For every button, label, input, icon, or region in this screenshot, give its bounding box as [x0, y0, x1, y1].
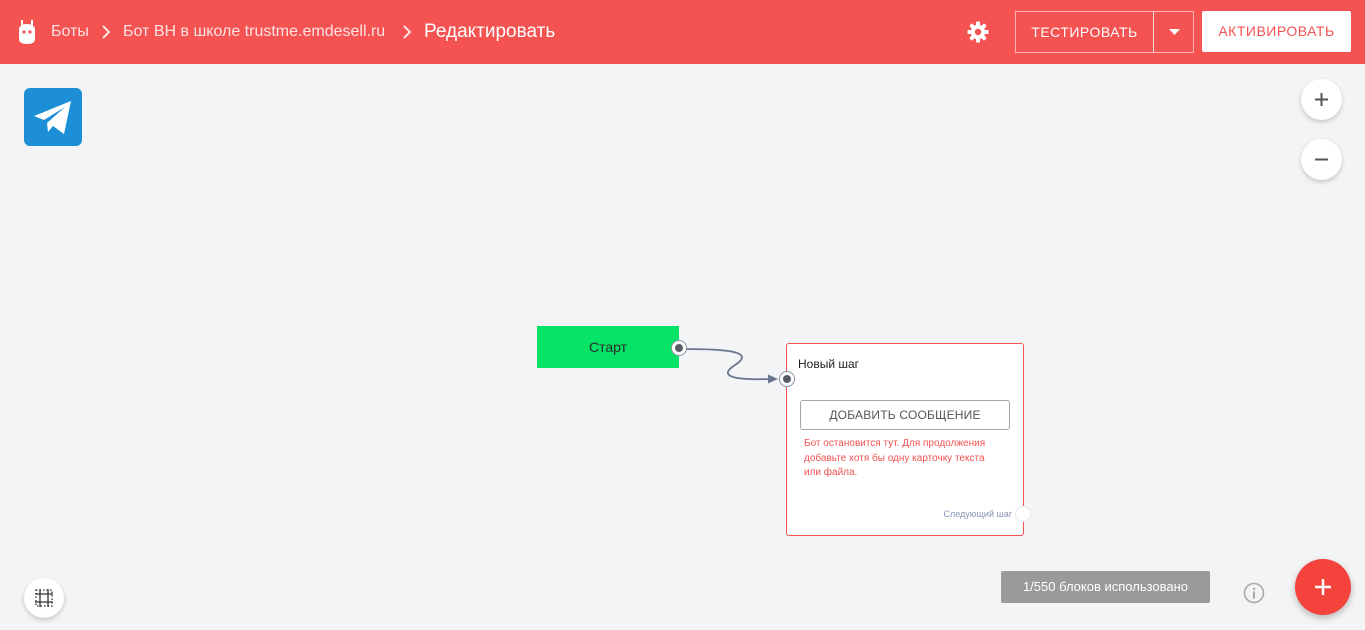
zoom-out-button[interactable] [1301, 139, 1342, 180]
plus-icon [1315, 579, 1331, 595]
step-input-port[interactable] [779, 371, 795, 387]
telegram-icon[interactable] [24, 88, 82, 146]
activate-button[interactable]: АКТИВИРОВАТЬ [1202, 11, 1351, 52]
next-step-port[interactable] [1015, 506, 1031, 522]
step-title: Новый шаг [798, 357, 860, 371]
grid-align-button[interactable] [24, 578, 64, 618]
gear-icon[interactable] [966, 20, 990, 44]
info-icon[interactable] [1243, 582, 1265, 604]
caret-down-icon [1169, 29, 1180, 35]
test-button[interactable]: ТЕСТИРОВАТЬ [1015, 11, 1154, 53]
add-message-button[interactable]: ДОБАВИТЬ СООБЩЕНИЕ [800, 400, 1010, 430]
grid-align-icon [35, 589, 53, 607]
step-node[interactable]: Новый шаг ДОБАВИТЬ СООБЩЕНИЕ Бот останов… [786, 343, 1024, 536]
zoom-in-button[interactable] [1301, 79, 1342, 120]
start-output-port[interactable] [671, 340, 687, 356]
next-step-label: Следующий шаг [943, 509, 1012, 519]
plus-icon [1315, 93, 1328, 106]
page-title: Редактировать [424, 21, 556, 42]
paper-plane-icon [34, 101, 71, 134]
blocks-usage-badge: 1/550 блоков использовано [1001, 571, 1210, 603]
top-bar: Боты Бот ВН в школе trustme.emdesell.ru … [0, 0, 1365, 64]
minus-icon [1315, 158, 1328, 161]
start-node[interactable]: Старт [537, 326, 679, 368]
node-connector [683, 348, 778, 384]
bot-logo-icon[interactable] [16, 20, 38, 44]
add-step-button[interactable] [1295, 559, 1351, 615]
chevron-right-icon [403, 25, 412, 39]
step-warning: Бот остановится тут. Для продолжения доб… [804, 438, 986, 478]
breadcrumb-bots[interactable]: Боты [51, 0, 89, 64]
test-dropdown-button[interactable] [1153, 11, 1194, 53]
chevron-right-icon [102, 25, 111, 39]
breadcrumb-bot[interactable]: Бот ВН в школе trustme.emdesell.ru [123, 0, 385, 64]
